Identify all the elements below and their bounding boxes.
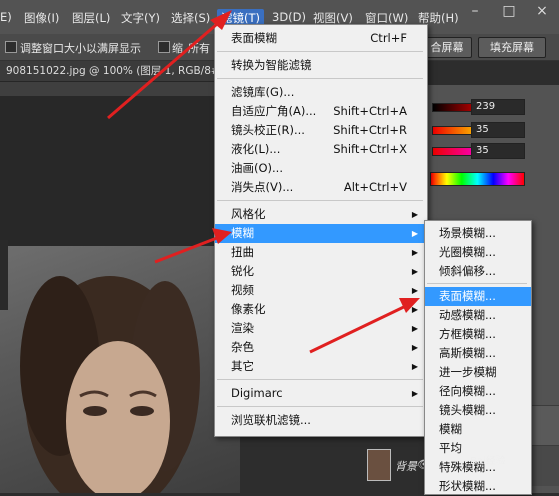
submenu-arrow-icon: ▶ [411, 324, 418, 333]
panel-collapse-tab[interactable] [0, 240, 8, 310]
submenu-arrow-icon: ▶ [411, 343, 418, 352]
menu-separator [217, 78, 423, 79]
green-value[interactable]: 35 [471, 122, 525, 138]
color-panel: 239 35 35 [425, 85, 559, 205]
watermark: Bai经验 [470, 456, 506, 467]
color-spectrum[interactable] [430, 172, 525, 186]
menu-item-blur[interactable]: 模糊 ▶ [215, 224, 427, 243]
maximize-button[interactable]: □ [492, 0, 526, 22]
menu-item-last-filter[interactable]: 表面模糊 Ctrl+F [215, 29, 427, 48]
resize-windows-checkbox[interactable] [5, 41, 17, 53]
submenu-item-field-blur[interactable]: 场景模糊... [425, 224, 531, 243]
menu-item-sharpen[interactable]: 锐化 ▶ [215, 262, 427, 281]
menu-separator [427, 283, 527, 284]
layer-thumbnail [367, 449, 391, 481]
submenu-item-shape-blur[interactable]: 形状模糊... [425, 477, 531, 496]
submenu-arrow-icon: ▶ [411, 229, 418, 238]
submenu-item-lens-blur[interactable]: 镜头模糊... [425, 401, 531, 420]
menu-item-noise[interactable]: 杂色 ▶ [215, 338, 427, 357]
fill-screen-button[interactable]: 填充屏幕 [478, 37, 546, 58]
submenu-item-motion-blur[interactable]: 动感模糊... [425, 306, 531, 325]
layer-name: 背景 [395, 460, 417, 473]
menu-item-vanishing-point[interactable]: 消失点(V)... Alt+Ctrl+V [215, 178, 427, 197]
menu-separator [217, 379, 423, 380]
menu-item-filter-gallery[interactable]: 滤镜库(G)... [215, 83, 427, 102]
menu-item-oil-paint[interactable]: 油画(O)... [215, 159, 427, 178]
close-button[interactable]: × [525, 0, 559, 22]
menu-item-video[interactable]: 视频 ▶ [215, 281, 427, 300]
zoom-all-label: 缩 [172, 42, 183, 55]
menu-item-smart-filter[interactable]: 转换为智能滤镜 [215, 56, 427, 75]
menu-item-browse-online[interactable]: 浏览联机滤镜... [215, 411, 427, 430]
submenu-arrow-icon: ▶ [411, 389, 418, 398]
document-tab-bar: 908151022.jpg @ 100% (图层 1, RGB/8#) * [0, 61, 232, 82]
menu-separator [217, 51, 423, 52]
menu-separator [217, 406, 423, 407]
menu-item-adaptive-wide[interactable]: 自适应广角(A)... Shift+Ctrl+A [215, 102, 427, 121]
menu-select[interactable]: 选择(S) [171, 10, 210, 26]
ruler [0, 82, 230, 97]
resize-windows-label: 调整窗口大小以满屏显示 [20, 42, 141, 55]
menu-separator [217, 200, 423, 201]
submenu-item-box-blur[interactable]: 方框模糊... [425, 325, 531, 344]
menu-type[interactable]: 文字(Y) [121, 10, 160, 26]
canvas-area[interactable] [0, 96, 225, 246]
menu-image[interactable]: 图像(I) [24, 10, 59, 26]
portrait-image [20, 276, 200, 493]
menu-edit[interactable]: E) [0, 10, 12, 24]
submenu-item-radial-blur[interactable]: 径向模糊... [425, 382, 531, 401]
submenu-arrow-icon: ▶ [411, 362, 418, 371]
submenu-item-surface-blur[interactable]: 表面模糊... [425, 287, 531, 306]
filter-menu: 表面模糊 Ctrl+F 转换为智能滤镜 滤镜库(G)... 自适应广角(A)...… [214, 24, 428, 437]
submenu-item-blur-more[interactable]: 进一步模糊 [425, 363, 531, 382]
menu-item-other[interactable]: 其它 ▶ [215, 357, 427, 376]
photo-canvas[interactable] [0, 246, 240, 493]
menu-item-lens-correction[interactable]: 镜头校正(R)... Shift+Ctrl+R [215, 121, 427, 140]
menu-item-pixelate[interactable]: 像素化 ▶ [215, 300, 427, 319]
submenu-arrow-icon: ▶ [411, 248, 418, 257]
submenu-item-blur[interactable]: 模糊 [425, 420, 531, 439]
submenu-arrow-icon: ▶ [411, 267, 418, 276]
menu-layer[interactable]: 图层(L) [72, 10, 110, 26]
document-tab[interactable]: 908151022.jpg @ 100% (图层 1, RGB/8#) * [0, 61, 238, 81]
menu-item-stylize[interactable]: 风格化 ▶ [215, 205, 427, 224]
zoom-all-label-suffix: 所有 [188, 42, 210, 55]
menu-item-render[interactable]: 渲染 ▶ [215, 319, 427, 338]
menu-item-digimarc[interactable]: Digimarc ▶ [215, 384, 427, 403]
zoom-all-checkbox[interactable] [158, 41, 170, 53]
menu-item-liquify[interactable]: 液化(L)... Shift+Ctrl+X [215, 140, 427, 159]
red-value[interactable]: 239 [471, 99, 525, 115]
blue-value[interactable]: 35 [471, 143, 525, 159]
fit-screen-button[interactable]: 合屏幕 [422, 37, 472, 58]
submenu-item-tilt-shift[interactable]: 倾斜偏移... [425, 262, 531, 281]
minimize-button[interactable]: – [458, 0, 492, 22]
submenu-item-gaussian-blur[interactable]: 高斯模糊... [425, 344, 531, 363]
menu-item-distort[interactable]: 扭曲 ▶ [215, 243, 427, 262]
submenu-item-iris-blur[interactable]: 光圈模糊... [425, 243, 531, 262]
menu-3d[interactable]: 3D(D) [272, 10, 306, 24]
submenu-arrow-icon: ▶ [411, 305, 418, 314]
submenu-arrow-icon: ▶ [411, 210, 418, 219]
submenu-arrow-icon: ▶ [411, 286, 418, 295]
